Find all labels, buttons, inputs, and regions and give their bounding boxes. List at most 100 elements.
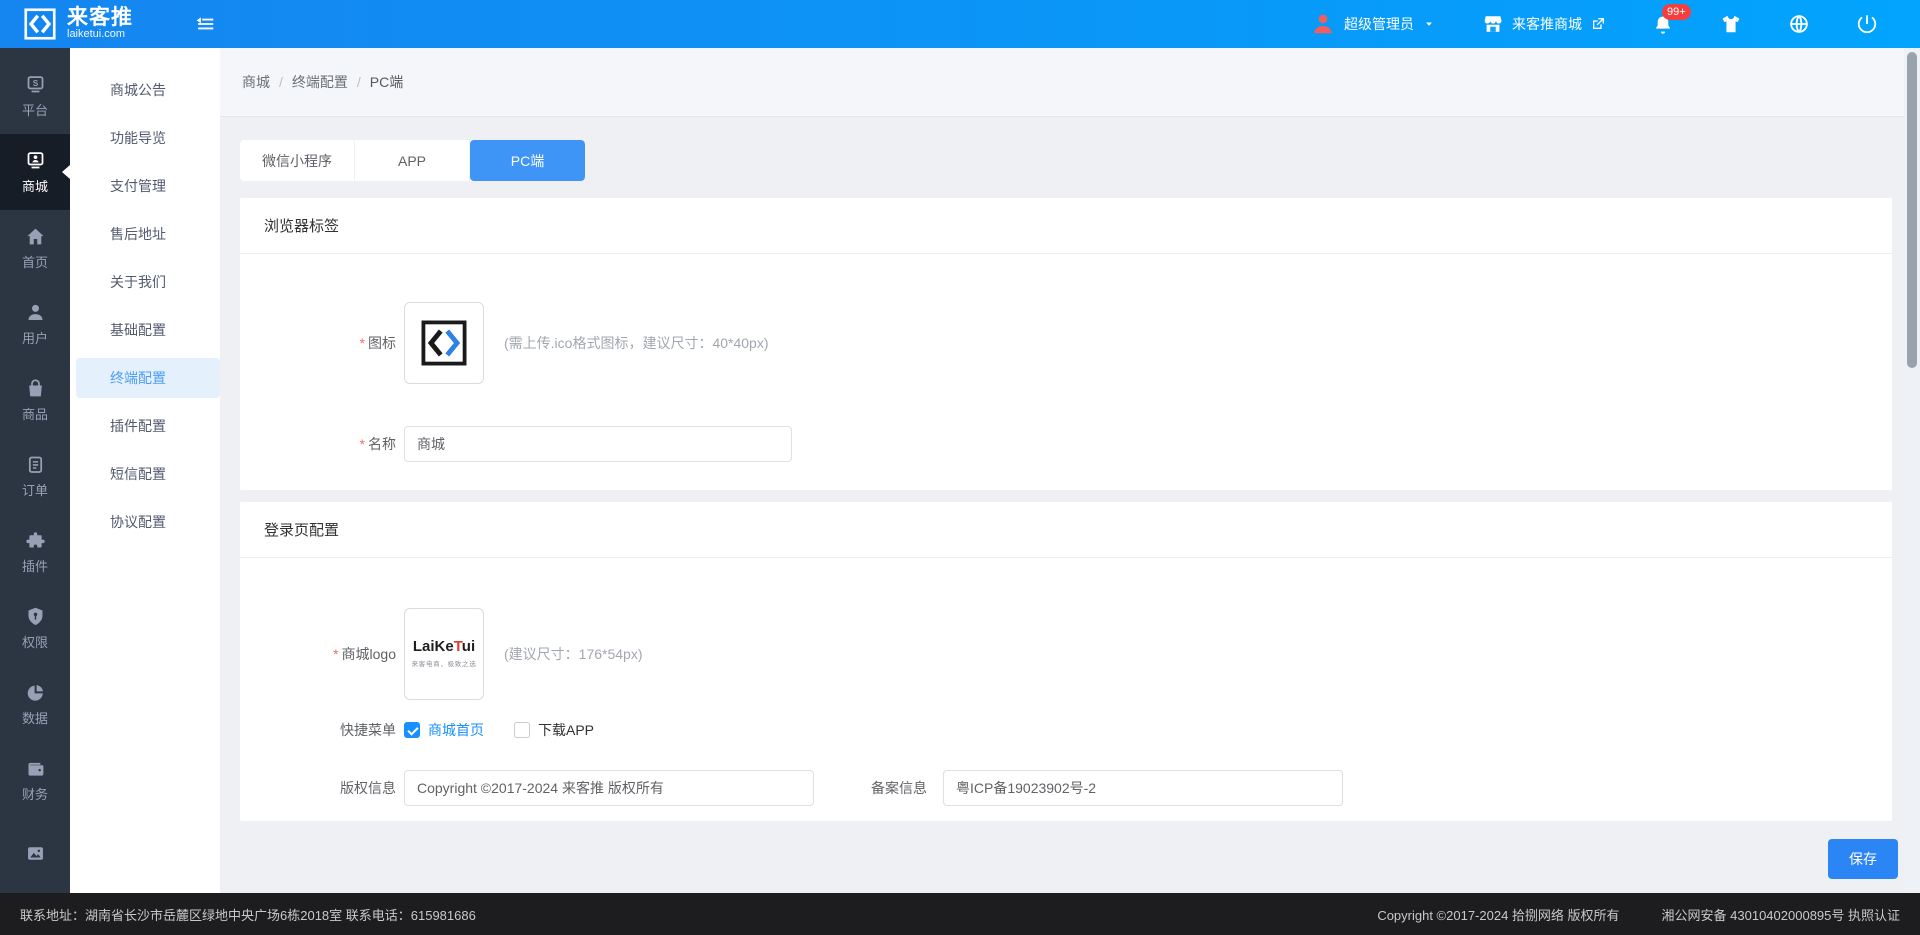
copyright-input[interactable] bbox=[404, 770, 814, 806]
logo-slogan: 来客电商，极致之选 bbox=[412, 659, 477, 668]
submenu-item[interactable]: 支付管理 bbox=[70, 162, 220, 210]
footer-contact: 联系地址：湖南省长沙市岳麓区绿地中央广场6栋2018室 联系电话：6159816… bbox=[20, 905, 476, 924]
submenu-item[interactable]: 插件配置 bbox=[70, 402, 220, 450]
quick-menu-option[interactable]: 下载APP bbox=[514, 720, 594, 740]
sidebar-item-label: 首页 bbox=[22, 252, 48, 271]
terminal-tabs: 微信小程序 APP PC端 bbox=[240, 140, 585, 181]
header-action-button[interactable] bbox=[1720, 13, 1742, 35]
brand-name: 来客推 bbox=[67, 7, 133, 29]
submenu-item-label: 协议配置 bbox=[110, 512, 166, 532]
tab-label: APP bbox=[398, 153, 426, 169]
submenu-item-label: 短信配置 bbox=[110, 464, 166, 484]
external-link-icon bbox=[1590, 16, 1606, 32]
browser-tab-card: 浏览器标签 *图标 (需上传.ico格式图标，建议尺寸：40*40px) *名称 bbox=[240, 198, 1892, 490]
sidebar-item-icon bbox=[25, 843, 46, 864]
icon-upload-box[interactable] bbox=[404, 302, 484, 384]
sidebar-item[interactable]: S 平台 bbox=[0, 58, 70, 134]
name-field-label: *名称 bbox=[264, 434, 404, 454]
section-title: 登录页配置 bbox=[240, 502, 1892, 558]
sidebar-item-label: 订单 bbox=[22, 480, 48, 499]
site-name-input[interactable] bbox=[404, 426, 792, 462]
logo-upload-box[interactable]: LaiKeTui 来客电商，极致之选 bbox=[404, 608, 484, 700]
tab[interactable]: 微信小程序 bbox=[240, 140, 355, 181]
sidebar-item-label: 商品 bbox=[22, 404, 48, 423]
sidebar-item-icon bbox=[25, 150, 46, 171]
save-button[interactable]: 保存 bbox=[1828, 839, 1898, 879]
sidebar-item-icon bbox=[25, 530, 46, 551]
submenu-item[interactable]: 售后地址 bbox=[70, 210, 220, 258]
submenu-item[interactable]: 商城公告 bbox=[70, 66, 220, 114]
tab[interactable]: PC端 bbox=[470, 140, 585, 181]
tab-label: PC端 bbox=[511, 151, 544, 171]
footer-beian: 湘公网安备 43010402000895号 执照认证 bbox=[1662, 905, 1900, 924]
sidebar-item[interactable]: 财务 bbox=[0, 742, 70, 818]
secondary-menu: 商城公告 功能导览 支付管理 售后地址 关于我们 基础配置 终端配置 插件配置 … bbox=[70, 48, 220, 893]
notification-badge: 99+ bbox=[1662, 4, 1691, 20]
shop-link[interactable]: 来客推商城 bbox=[1482, 13, 1606, 35]
svg-text:S: S bbox=[32, 77, 38, 87]
sidebar-item-label: 商城 bbox=[22, 176, 48, 195]
tab-label: 微信小程序 bbox=[262, 151, 332, 171]
submenu-item[interactable]: 终端配置 bbox=[76, 358, 220, 398]
top-header: 来客推 laiketui.com 超级管理员 来客推商城 99+ bbox=[0, 0, 1920, 48]
header-action-icon bbox=[1720, 13, 1742, 35]
sidebar-item-label: 用户 bbox=[22, 328, 48, 347]
icp-input[interactable] bbox=[943, 770, 1343, 806]
submenu-item-label: 关于我们 bbox=[110, 272, 166, 292]
menu-fold-icon[interactable] bbox=[194, 13, 216, 35]
sidebar-item[interactable] bbox=[0, 818, 70, 893]
checkbox[interactable] bbox=[514, 722, 530, 738]
sidebar-item-label: 平台 bbox=[22, 100, 48, 119]
sidebar-item-label: 财务 bbox=[22, 784, 48, 803]
tab[interactable]: APP bbox=[355, 140, 470, 181]
sidebar-item[interactable]: 用户 bbox=[0, 286, 70, 362]
header-action-icon bbox=[1856, 13, 1878, 35]
sidebar-item[interactable]: 数据 bbox=[0, 666, 70, 742]
sidebar-item-icon bbox=[25, 302, 46, 323]
logo-upload-note: (建议尺寸：176*54px) bbox=[504, 644, 643, 664]
login-page-card: 登录页配置 *商城logo LaiKeTui 来客电商，极致之选 (建议尺寸：1… bbox=[240, 502, 1892, 821]
quick-menu-option[interactable]: 商城首页 bbox=[404, 720, 484, 740]
sidebar-item[interactable]: 商城 bbox=[0, 134, 70, 210]
sidebar-item-icon bbox=[25, 758, 46, 779]
submenu-item-label: 插件配置 bbox=[110, 416, 166, 436]
breadcrumb-item[interactable]: 终端配置 bbox=[292, 72, 348, 92]
breadcrumb-separator: / bbox=[357, 74, 361, 90]
submenu-item[interactable]: 短信配置 bbox=[70, 450, 220, 498]
checkbox[interactable] bbox=[404, 722, 420, 738]
footer-copyright: Copyright ©2017-2024 拾捌网络 版权所有 bbox=[1377, 905, 1619, 924]
sidebar-item[interactable]: 订单 bbox=[0, 438, 70, 514]
submenu-item[interactable]: 关于我们 bbox=[70, 258, 220, 306]
site-favicon-preview bbox=[418, 317, 470, 369]
vertical-scrollbar bbox=[1904, 48, 1920, 893]
breadcrumb-separator: / bbox=[279, 74, 283, 90]
scrollbar-thumb[interactable] bbox=[1907, 52, 1917, 368]
submenu-item[interactable]: 基础配置 bbox=[70, 306, 220, 354]
sidebar-item-icon bbox=[25, 606, 46, 627]
user-menu[interactable]: 超级管理员 bbox=[1310, 11, 1436, 37]
primary-sidebar: S 平台 商城 首页 用户 商品 订单 插件 bbox=[0, 48, 70, 893]
sidebar-item[interactable]: 权限 bbox=[0, 590, 70, 666]
sidebar-item[interactable]: 首页 bbox=[0, 210, 70, 286]
header-action-icon bbox=[1788, 13, 1810, 35]
sidebar-item-icon: S bbox=[25, 74, 46, 95]
breadcrumb-item[interactable]: 商城 bbox=[242, 72, 270, 92]
section-title: 浏览器标签 bbox=[240, 198, 1892, 254]
submenu-item-label: 终端配置 bbox=[110, 368, 166, 388]
submenu-item[interactable]: 功能导览 bbox=[70, 114, 220, 162]
header-action-button[interactable] bbox=[1788, 13, 1810, 35]
sidebar-item-label: 插件 bbox=[22, 556, 48, 575]
sidebar-item[interactable]: 商品 bbox=[0, 362, 70, 438]
quick-menu-label: 快捷菜单 bbox=[264, 720, 404, 740]
avatar-icon bbox=[1310, 11, 1336, 37]
breadcrumb-item[interactable]: PC端 bbox=[370, 72, 403, 92]
notifications-button[interactable]: 99+ bbox=[1652, 13, 1674, 35]
main-content: 商城 / 终端配置 / PC端 微信小程序 APP PC端 浏览器标签 *图标 bbox=[220, 48, 1920, 893]
header-action-button[interactable] bbox=[1856, 13, 1878, 35]
icon-field-label: *图标 bbox=[264, 333, 404, 353]
sidebar-item[interactable]: 插件 bbox=[0, 514, 70, 590]
page-footer: 联系地址：湖南省长沙市岳麓区绿地中央广场6栋2018室 联系电话：6159816… bbox=[0, 893, 1920, 935]
storefront-icon bbox=[1482, 13, 1504, 35]
submenu-item[interactable]: 协议配置 bbox=[70, 498, 220, 546]
sidebar-item-icon bbox=[25, 378, 46, 399]
